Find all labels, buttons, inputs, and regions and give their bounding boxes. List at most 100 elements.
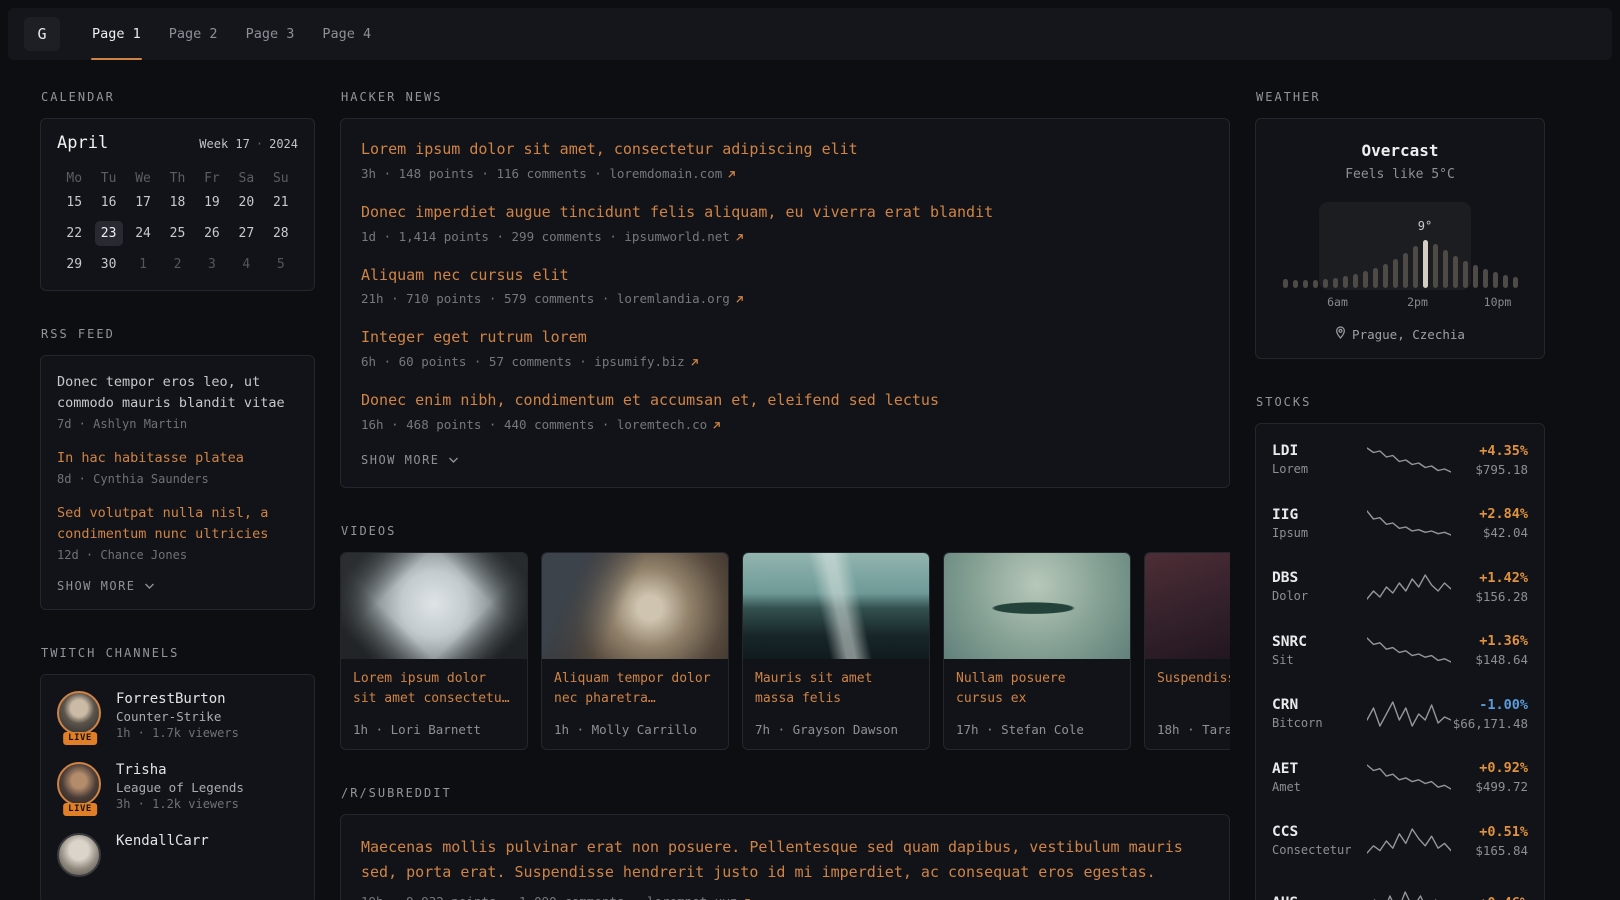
hn-item-title[interactable]: Integer eget rutrum lorem xyxy=(361,327,1209,349)
stock-change: +4.35% xyxy=(1452,443,1528,459)
stock-values: -1.00% $66,171.48 xyxy=(1452,697,1528,731)
hn-show-more-button[interactable]: SHOW MORE xyxy=(361,453,459,467)
calendar-day: 18 xyxy=(160,187,194,218)
hackernews-section-title: HACKER NEWS xyxy=(341,90,1230,104)
rss-card: Donec tempor eros leo, ut commodo mauris… xyxy=(40,355,315,610)
hn-item-title[interactable]: Aliquam nec cursus elit xyxy=(361,265,1209,287)
channel-game: League of Legends xyxy=(116,780,244,795)
page-tab[interactable]: Page 1 xyxy=(78,8,155,60)
calendar-day-header: Th xyxy=(160,169,194,187)
subreddit-post-stats: 19h · 9,932 points · 1,090 comments · xyxy=(361,894,647,900)
video-card[interactable]: Aliquam tempor dolor nec pharetra… 1h · … xyxy=(541,552,729,750)
hn-item-title[interactable]: Donec imperdiet augue tincidunt felis al… xyxy=(361,202,1209,224)
hn-item-stats: 16h · 468 points · 440 comments · xyxy=(361,417,617,432)
rss-show-more-button[interactable]: SHOW MORE xyxy=(57,579,155,593)
channel-meta: 3h · 1.2k viewers xyxy=(116,797,244,811)
center-column: HACKER NEWS Lorem ipsum dolor sit amet, … xyxy=(340,90,1230,900)
weather-bar xyxy=(1313,280,1318,288)
channel-info: KendallCarr xyxy=(116,833,209,877)
stock-sparkline xyxy=(1366,572,1452,602)
stock-row: SNRC Sit +1.36% $148.64 xyxy=(1272,619,1528,683)
video-title[interactable]: Mauris sit amet massa felis xyxy=(743,659,929,709)
rss-item-title[interactable]: Sed volutpat nulla nisl, a condimentum n… xyxy=(57,503,298,545)
channel-avatar-image xyxy=(57,762,101,806)
channel-game: Counter-Strike xyxy=(116,709,239,724)
weather-bar xyxy=(1403,253,1408,288)
stock-name: Lorem xyxy=(1272,462,1366,476)
twitch-channel[interactable]: LIVE Trisha League of Legends 3h · 1.2k … xyxy=(57,762,298,811)
stock-values: +2.84% $42.04 xyxy=(1452,506,1528,540)
calendar-day-header: Fr xyxy=(195,169,229,187)
subreddit-post: Maecenas mollis pulvinar erat non posuer… xyxy=(361,835,1209,900)
stock-row: AET Amet +0.92% $499.72 xyxy=(1272,746,1528,810)
video-title[interactable]: Suspendisse diam xyxy=(1145,659,1230,689)
video-card[interactable]: Mauris sit amet massa felis 7h · Grayson… xyxy=(742,552,930,750)
stock-identity: AET Amet xyxy=(1272,761,1366,794)
weather-feels-like: Feels like 5°C xyxy=(1272,167,1528,182)
external-link-icon xyxy=(707,417,721,432)
hn-item-title[interactable]: Lorem ipsum dolor sit amet, consectetur … xyxy=(361,139,1209,161)
channel-info: ForrestBurton Counter-Strike 1h · 1.7k v… xyxy=(116,691,239,740)
stock-row: IIG Ipsum +2.84% $42.04 xyxy=(1272,492,1528,556)
stocks-widget: STOCKS LDI Lorem +4.35% $795.1 xyxy=(1255,395,1545,900)
calendar-section-title: CALENDAR xyxy=(41,90,315,104)
time-label: 2pm xyxy=(1407,295,1428,309)
hn-item-domain[interactable]: ipsumify.biz xyxy=(594,354,684,369)
calendar-week-year: Week 17·2024 xyxy=(199,137,298,151)
twitch-channel[interactable]: LIVE KendallCarr xyxy=(57,833,298,877)
channel-name[interactable]: KendallCarr xyxy=(116,833,209,849)
calendar-day-header: Tu xyxy=(91,169,125,187)
weather-bar xyxy=(1373,268,1378,288)
calendar-grid: 15 16 17 18 xyxy=(57,187,298,280)
hn-item-title[interactable]: Donec enim nibh, condimentum et accumsan… xyxy=(361,390,1209,412)
rss-item-title[interactable]: In hac habitasse platea xyxy=(57,448,298,469)
video-thumbnail[interactable] xyxy=(1145,553,1230,659)
stock-name: Ipsum xyxy=(1272,526,1366,540)
map-pin-icon xyxy=(1335,326,1346,342)
video-title[interactable]: Aliquam tempor dolor nec pharetra… xyxy=(542,659,728,709)
hn-item-meta: 21h · 710 points · 579 comments · loreml… xyxy=(361,291,1209,306)
hn-item-meta: 16h · 468 points · 440 comments · loremt… xyxy=(361,417,1209,432)
stock-name: Dolor xyxy=(1272,589,1366,603)
video-title[interactable]: Lorem ipsum dolor sit amet consectetu… xyxy=(341,659,527,709)
calendar-day: 22 xyxy=(57,218,91,249)
page-tab[interactable]: Page 3 xyxy=(232,8,309,60)
chevron-down-icon xyxy=(144,579,155,593)
calendar-day: 17 xyxy=(126,187,160,218)
weather-bar xyxy=(1343,276,1348,288)
video-card[interactable]: Lorem ipsum dolor sit amet consectetu… 1… xyxy=(340,552,528,750)
video-title[interactable]: Nullam posuere cursus ex xyxy=(944,659,1130,709)
rss-item-title[interactable]: Donec tempor eros leo, ut commodo mauris… xyxy=(57,372,298,414)
video-thumbnail[interactable] xyxy=(743,553,929,659)
video-card[interactable]: Nullam posuere cursus ex 17h · Stefan Co… xyxy=(943,552,1131,750)
video-thumbnail[interactable] xyxy=(542,553,728,659)
weather-bar xyxy=(1353,274,1358,288)
subreddit-post-domain[interactable]: loremnet.xyz xyxy=(647,894,737,900)
calendar-day: 29 xyxy=(57,249,91,280)
channel-name[interactable]: ForrestBurton xyxy=(116,691,239,707)
stock-values: +4.35% $795.18 xyxy=(1452,443,1528,477)
subreddit-post-title[interactable]: Maecenas mollis pulvinar erat non posuer… xyxy=(361,835,1209,886)
app-logo[interactable]: G xyxy=(24,17,60,51)
page-tab[interactable]: Page 2 xyxy=(155,8,232,60)
video-thumbnail[interactable] xyxy=(341,553,527,659)
calendar-day-headers: Mo Tu We Th Fr Sa Su xyxy=(57,169,298,187)
rss-item: Sed volutpat nulla nisl, a condimentum n… xyxy=(57,503,298,562)
weather-card: Overcast Feels like 5°C 9° 6am 2pm 10pm … xyxy=(1255,118,1545,359)
calendar-month: April xyxy=(57,133,108,153)
video-thumbnail[interactable] xyxy=(944,553,1130,659)
hn-item-domain[interactable]: loremtech.co xyxy=(617,417,707,432)
channel-info: Trisha League of Legends 3h · 1.2k viewe… xyxy=(116,762,244,811)
channel-meta: 1h · 1.7k viewers xyxy=(116,726,239,740)
page-tab[interactable]: Page 4 xyxy=(308,8,385,60)
hn-item-domain[interactable]: loremlandia.org xyxy=(617,291,730,306)
stock-ticker: AHS xyxy=(1272,895,1366,900)
channel-avatar-image xyxy=(57,691,101,735)
channel-name[interactable]: Trisha xyxy=(116,762,244,778)
video-card[interactable]: Suspendisse diam 18h · Tara xyxy=(1144,552,1230,750)
stock-ticker: DBS xyxy=(1272,570,1366,586)
stock-name: Sit xyxy=(1272,653,1366,667)
twitch-channel[interactable]: LIVE ForrestBurton Counter-Strike 1h · 1… xyxy=(57,691,298,740)
hn-item-domain[interactable]: loremdomain.com xyxy=(609,166,722,181)
hn-item-domain[interactable]: ipsumworld.net xyxy=(624,229,729,244)
